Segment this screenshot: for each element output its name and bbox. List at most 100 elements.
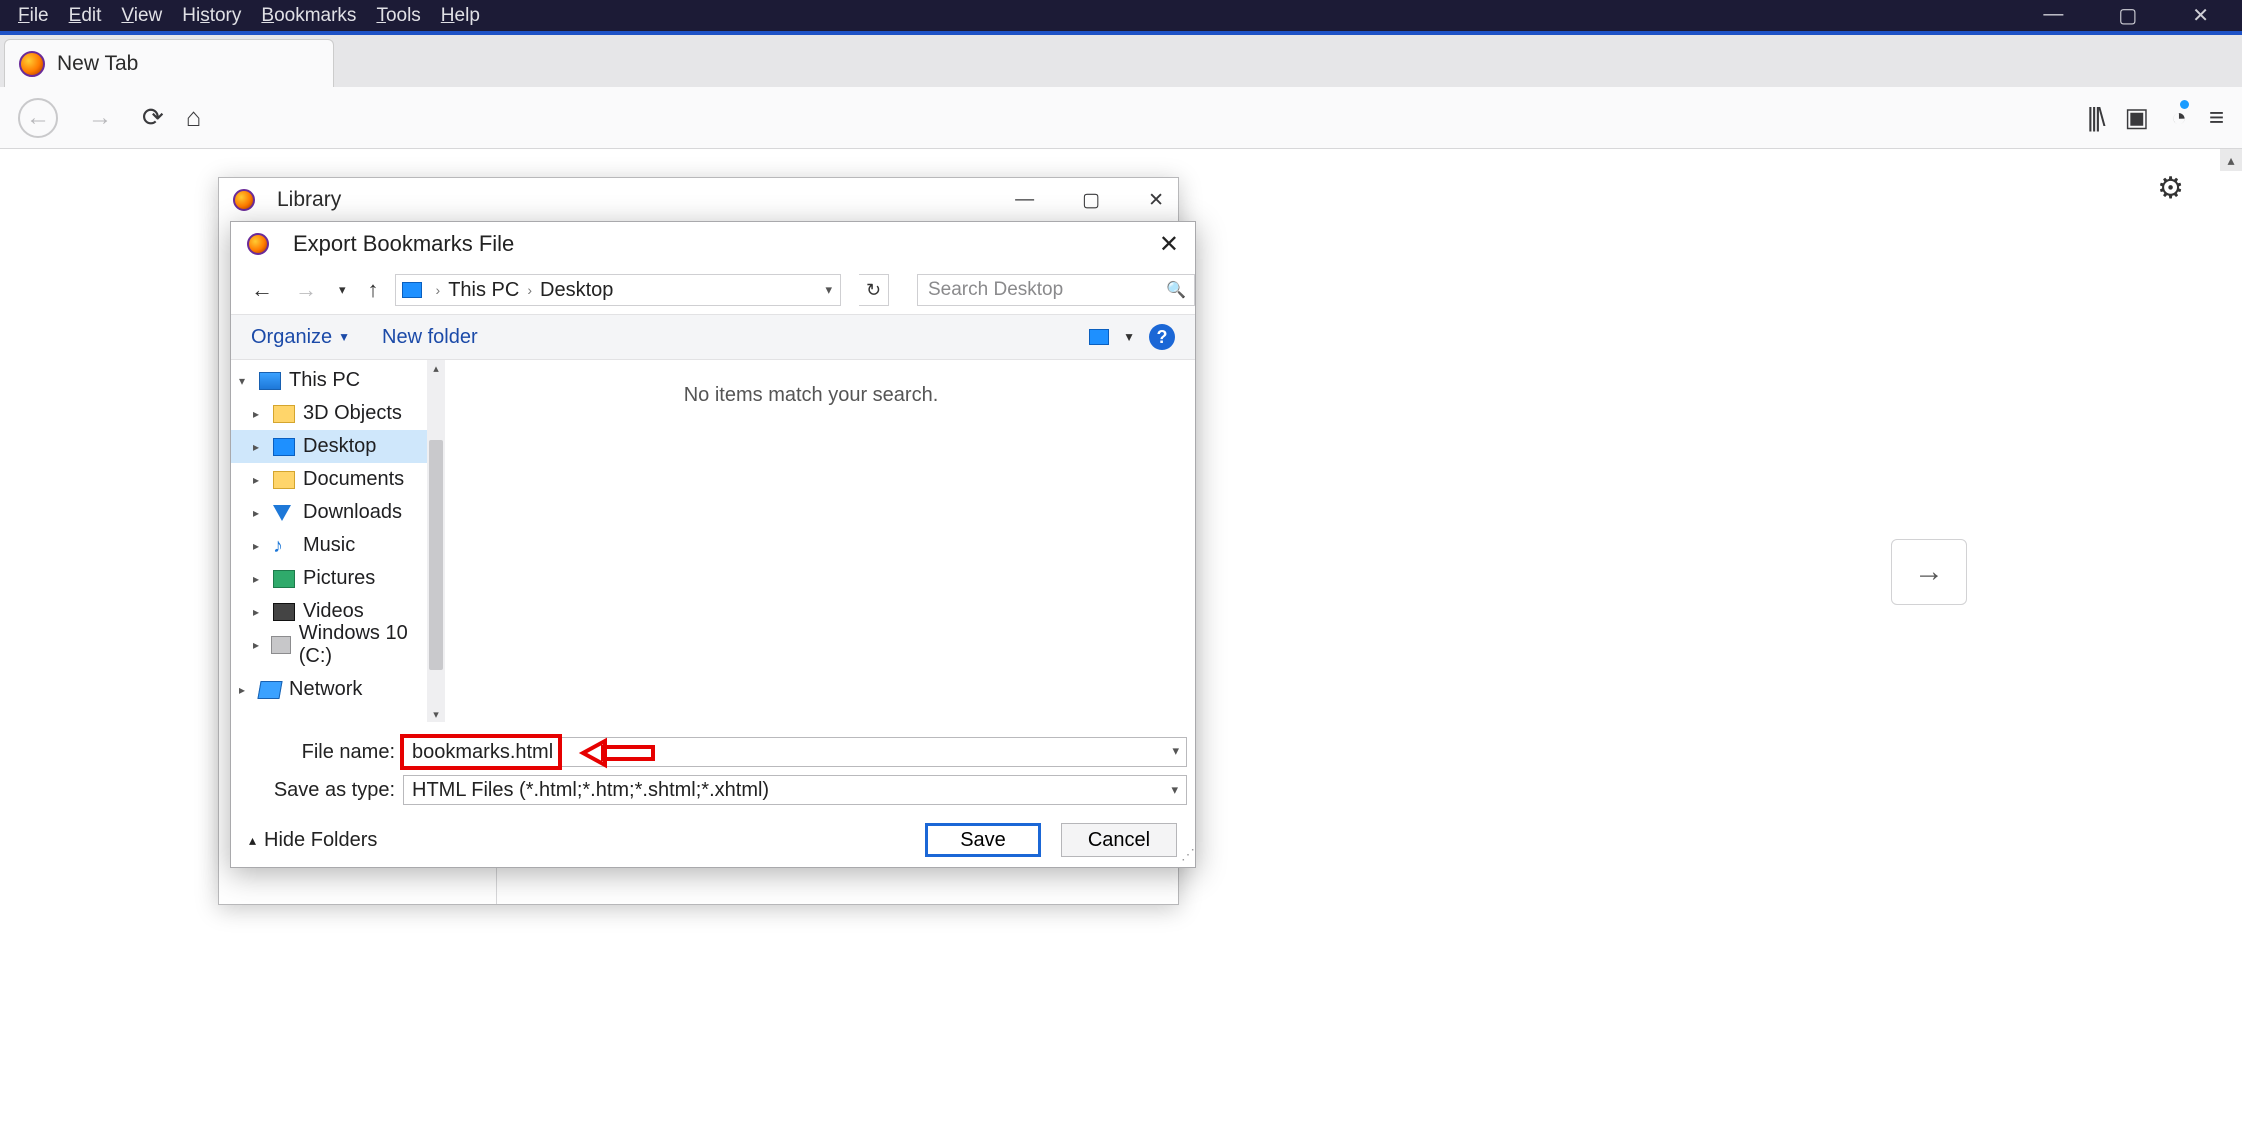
menu-icon[interactable]: ≡ [2209,102,2224,133]
scroll-thumb[interactable] [429,440,443,670]
chevron-right-icon[interactable]: ▸ [239,683,251,697]
tree-c-drive[interactable]: ▸ Windows 10 (C:) [231,628,427,661]
address-breadcrumb[interactable]: › This PC › Desktop ▾ [395,274,841,306]
crumb-desktop[interactable]: Desktop [538,279,615,302]
export-dialog-title: Export Bookmarks File [293,231,514,257]
chevron-up-icon: ▴ [249,832,256,849]
annotation-arrow-icon [583,739,655,772]
tree-music[interactable]: ▸ ♪ Music [231,529,427,562]
crumb-this-pc[interactable]: This PC [446,279,521,302]
firefox-icon [19,51,45,77]
sidebar-icon[interactable]: ▣ [2125,102,2150,133]
refresh-icon[interactable]: ↻ [859,274,889,306]
tree-scrollbar[interactable]: ▴ ▾ [427,360,445,722]
scroll-down-icon[interactable]: ▾ [427,706,445,722]
back-button[interactable]: ← [18,98,58,138]
new-folder-button[interactable]: New folder [382,326,478,349]
resize-grip-icon[interactable]: ⋰ [1181,846,1191,863]
window-maximize-icon[interactable]: ▢ [2118,3,2137,28]
menu-history[interactable]: History [172,3,251,29]
library-close-icon[interactable]: ✕ [1148,189,1164,212]
videos-icon [273,603,295,621]
chevron-right-icon[interactable]: ▸ [253,638,263,652]
drive-icon [271,636,290,654]
tree-network[interactable]: ▸ Network [231,673,427,706]
nav-back-icon[interactable]: ← [245,273,279,307]
page-scroll-up-icon[interactable]: ▴ [2220,149,2242,171]
browser-toolbar: ← → ⟳ ⌂ |||\ ▣ ◔ ≡ [0,87,2242,149]
window-minimize-icon[interactable]: — [2043,3,2063,28]
page-content: ⚙ → ▴ Library — ▢ ✕ Export Bookmarks Fil… [0,149,2242,1142]
menu-tools[interactable]: Tools [366,3,430,29]
firefox-icon [233,189,255,211]
tab-strip: New Tab [0,35,2242,87]
home-icon[interactable]: ⌂ [186,102,202,133]
save-button[interactable]: Save [925,823,1041,857]
folder-icon [273,405,295,423]
tree-pictures[interactable]: ▸ Pictures [231,562,427,595]
dialog-close-icon[interactable]: ✕ [1159,230,1179,259]
saveastype-select[interactable]: HTML Files (*.html;*.htm;*.shtml;*.xhtml… [403,775,1187,805]
reload-icon[interactable]: ⟳ [142,102,164,133]
pc-icon [259,372,281,390]
pc-icon [402,282,422,298]
file-list-area: No items match your search. [427,360,1195,722]
chevron-right-icon[interactable]: ▸ [253,539,265,553]
empty-message: No items match your search. [684,384,939,406]
hide-folders-toggle[interactable]: ▴ Hide Folders [249,829,377,852]
nav-history-dropdown-icon[interactable]: ▾ [333,278,352,302]
gear-icon[interactable]: ⚙ [2157,171,2184,206]
chevron-right-icon[interactable]: ▸ [253,605,265,619]
scroll-up-icon[interactable]: ▴ [427,360,445,376]
firefox-icon [247,233,269,255]
tab-title: New Tab [57,52,138,76]
tree-this-pc[interactable]: ▾ This PC [231,364,427,397]
library-icon[interactable]: |||\ [2087,102,2103,133]
tree-3d-objects[interactable]: ▸ 3D Objects [231,397,427,430]
search-placeholder: Search Desktop [928,279,1063,301]
cancel-button[interactable]: Cancel [1061,823,1177,857]
nav-forward-icon[interactable]: → [289,273,323,307]
search-icon: 🔍 [1166,280,1186,300]
filename-input[interactable] [403,737,1187,767]
saveastype-label: Save as type: [239,779,403,802]
chevron-right-icon[interactable]: ▸ [253,506,265,520]
firefox-menubar: File Edit View History Bookmarks Tools H… [0,0,2242,35]
chevron-right-icon[interactable]: ▸ [253,407,265,421]
desktop-icon [273,438,295,456]
chevron-right-icon[interactable]: ▸ [253,440,265,454]
window-close-icon[interactable]: ✕ [2192,3,2209,28]
library-maximize-icon[interactable]: ▢ [1082,189,1100,212]
chevron-right-icon: › [430,282,447,298]
download-icon [273,504,295,522]
filename-label: File name: [239,741,403,764]
organize-menu[interactable]: Organize▼ [251,326,350,349]
tree-downloads[interactable]: ▸ Downloads [231,496,427,529]
breadcrumb-dropdown-icon[interactable]: ▾ [817,282,840,298]
nav-up-icon[interactable]: ↑ [362,273,385,307]
help-icon[interactable]: ? [1149,324,1175,350]
dropdown-icon[interactable]: ▾ [1171,782,1178,798]
search-input[interactable]: Search Desktop 🔍 [917,274,1195,306]
forward-button[interactable]: → [80,98,120,138]
account-icon[interactable]: ◔ [2171,102,2187,133]
view-mode-icon[interactable] [1089,329,1109,345]
chevron-right-icon[interactable]: ▸ [253,473,265,487]
browser-tab[interactable]: New Tab [4,39,334,87]
forward-card-button[interactable]: → [1891,539,1967,605]
menu-help[interactable]: Help [431,3,490,29]
chevron-down-icon[interactable]: ▾ [239,374,251,388]
chevron-right-icon: › [521,282,538,298]
tree-documents[interactable]: ▸ Documents [231,463,427,496]
menu-file[interactable]: File [8,3,59,29]
library-minimize-icon[interactable]: — [1015,189,1034,212]
folder-icon [273,471,295,489]
menu-edit[interactable]: Edit [59,3,112,29]
tree-desktop[interactable]: ▸ Desktop [231,430,427,463]
music-icon: ♪ [273,537,295,555]
chevron-right-icon[interactable]: ▸ [253,572,265,586]
view-dropdown-icon[interactable]: ▼ [1123,330,1135,344]
library-title: Library [277,188,341,212]
menu-bookmarks[interactable]: Bookmarks [251,3,366,29]
menu-view[interactable]: View [111,3,172,29]
